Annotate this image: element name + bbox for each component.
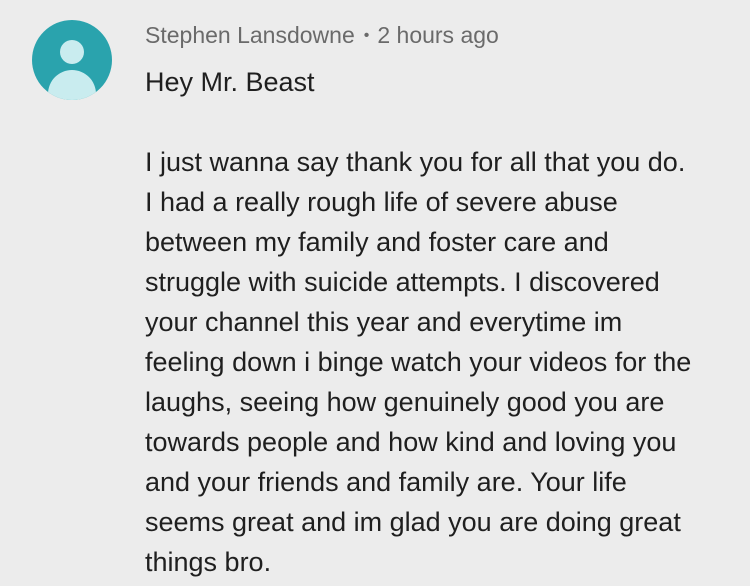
comment-text: Hey Mr. Beast I just wanna say thank you… xyxy=(145,62,735,582)
author-name[interactable]: Stephen Lansdowne xyxy=(145,22,355,48)
comment-line: and your friends and family are. Your li… xyxy=(145,467,627,497)
comment-line: your channel this year and everytime im xyxy=(145,307,623,337)
meta-separator: • xyxy=(363,27,370,44)
comment-meta: Stephen Lansdowne • 2 hours ago xyxy=(145,22,499,49)
comment-line: laughs, seeing how genuinely good you ar… xyxy=(145,387,665,417)
comment-line: feeling down i binge watch your videos f… xyxy=(145,347,692,377)
comment-line: towards people and how kind and loving y… xyxy=(145,427,677,457)
comment-body: I just wanna say thank you for all that … xyxy=(145,142,735,582)
comment-line: I just wanna say thank you for all that … xyxy=(145,147,686,177)
comment-line: between my family and foster care and xyxy=(145,227,609,257)
comment-line: things bro. xyxy=(145,547,272,577)
comment-line: struggle with suicide attempts. I discov… xyxy=(145,267,660,297)
comment-greeting: Hey Mr. Beast xyxy=(145,67,315,97)
user-avatar-icon[interactable] xyxy=(32,20,112,100)
comment-line: I had a really rough life of severe abus… xyxy=(145,187,618,217)
avatar-head-shape xyxy=(60,40,84,64)
avatar-body-shape xyxy=(48,70,96,100)
comment-timestamp[interactable]: 2 hours ago xyxy=(377,22,498,48)
comment-line: seems great and im glad you are doing gr… xyxy=(145,507,681,537)
